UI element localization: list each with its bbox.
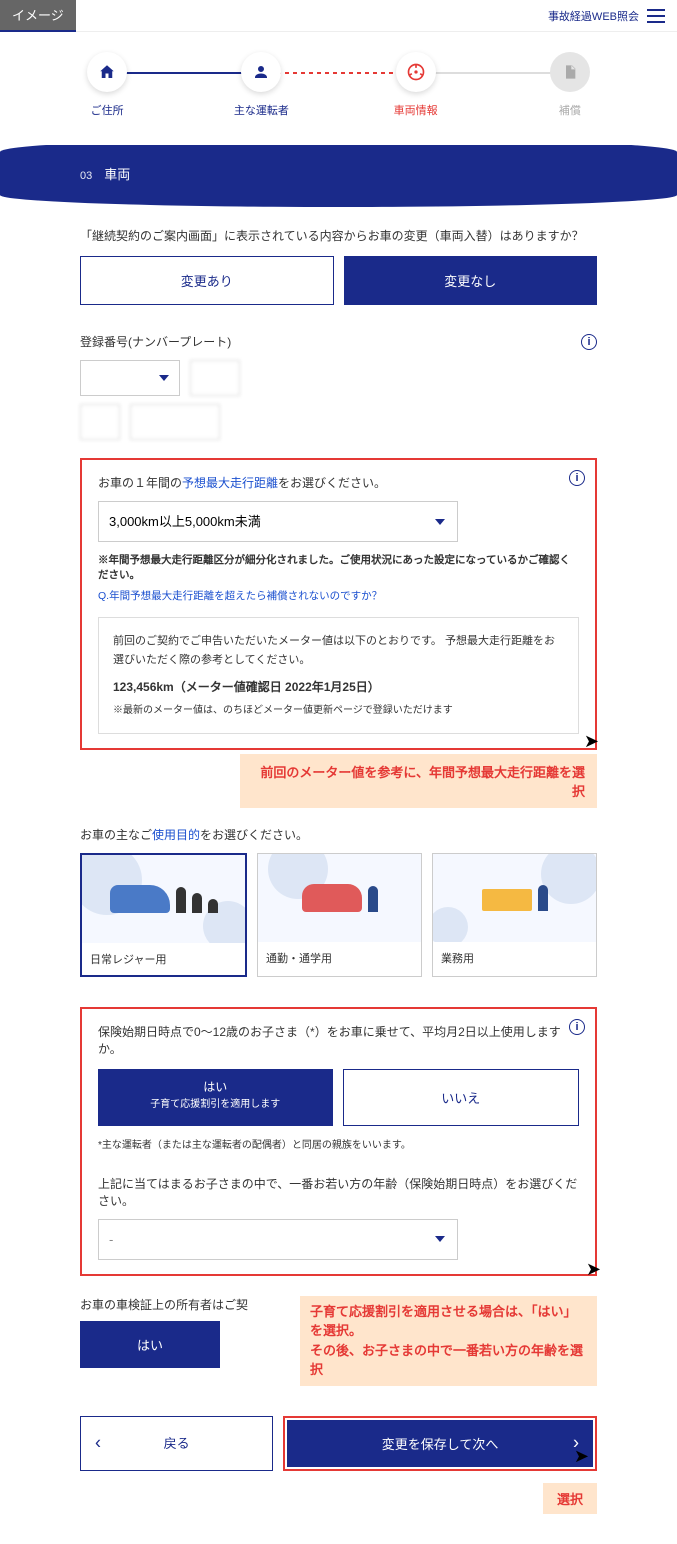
back-button[interactable]: 戻る xyxy=(80,1416,273,1471)
change-no-button[interactable]: 変更なし xyxy=(344,256,598,305)
change-yes-button[interactable]: 変更あり xyxy=(80,256,334,305)
purpose-commute-card[interactable]: 通勤・通学用 xyxy=(257,853,422,977)
child-age-question: 上記に当てはまるお子さまの中で、一番お若い方の年齢（保険始期日時点）をお選びくだ… xyxy=(98,1175,579,1209)
cursor-icon: ➤ xyxy=(584,731,599,752)
plate-class-input[interactable] xyxy=(190,360,240,396)
child-discount-section: i 保険始期日時点で0～12歳のお子さま（*）をお車に乗せて、平均月2日以上使用… xyxy=(80,1007,597,1276)
mileage-note: ※年間予想最大走行距離区分が細分化されました。ご使用状況にあった設定になっている… xyxy=(98,552,579,582)
progress-stepper: ご住所 主な運転者 車両情報 補償 xyxy=(0,32,677,128)
meter-value: 123,456km（メーター値確認日 2022年1月25日） xyxy=(113,677,564,697)
child-age-select[interactable]: - xyxy=(98,1219,458,1260)
plate-label: 登録番号(ナンバープレート) xyxy=(80,333,231,350)
cursor-icon: ➤ xyxy=(574,1446,589,1467)
next-button-highlight: 変更を保存して次へ ➤ xyxy=(283,1416,597,1471)
step-vehicle[interactable]: 車両情報 xyxy=(339,52,493,118)
mileage-faq-link[interactable]: Q.年間予想最大走行距離を超えたら補償されないのですか？ xyxy=(98,588,579,603)
plate-region-select[interactable] xyxy=(80,360,180,396)
purpose-term-link[interactable]: 使用目的 xyxy=(152,828,200,842)
child-info-icon[interactable]: i xyxy=(569,1019,585,1035)
child-callout: 子育て応援割引を適用させる場合は、「はい」を選択。 その後、お子さまの中で一番若… xyxy=(300,1296,597,1386)
mileage-question: お車の１年間の予想最大走行距離をお選びください。 xyxy=(98,474,579,491)
save-next-button[interactable]: 変更を保存して次へ xyxy=(287,1420,593,1467)
plate-info-icon[interactable]: i xyxy=(581,334,597,350)
meter-info-box: 前回のご契約でご申告いただいたメーター値は以下のとおりです。 予想最大走行距離を… xyxy=(98,617,579,734)
select-badge: 選択 xyxy=(543,1483,597,1514)
image-badge: イメージ xyxy=(0,0,76,32)
owner-yes-button[interactable]: はい xyxy=(80,1321,220,1368)
menu-icon[interactable] xyxy=(647,9,665,23)
owner-section: お車の車検証上の所有者はご契 はい 子育て応援割引を適用させる場合は、「はい」を… xyxy=(80,1296,597,1368)
step-coverage[interactable]: 補償 xyxy=(493,52,647,118)
accident-web-link[interactable]: 事故経過WEB照会 xyxy=(548,8,639,24)
purpose-question: お車の主なご使用目的をお選びください。 xyxy=(80,826,597,843)
cursor-icon: ➤ xyxy=(586,1259,601,1280)
section-header: 03車両 xyxy=(0,152,677,195)
plate-kana-input[interactable] xyxy=(80,404,120,440)
child-note: *主な運転者（または主な運転者の配偶者）と同居の親族をいいます。 xyxy=(98,1136,579,1151)
mileage-section: i お車の１年間の予想最大走行距離をお選びください。 3,000km以上5,00… xyxy=(80,458,597,750)
child-question: 保険始期日時点で0～12歳のお子さま（*）をお車に乗せて、平均月2日以上使用しま… xyxy=(98,1023,579,1057)
vehicle-change-question: 「継続契約のご案内画面」に表示されている内容からお車の変更（車両入替）はあります… xyxy=(80,227,597,244)
mileage-info-icon[interactable]: i xyxy=(569,470,585,486)
step-driver[interactable]: 主な運転者 xyxy=(184,52,338,118)
mileage-select[interactable]: 3,000km以上5,000km未満 xyxy=(98,501,458,542)
step-address[interactable]: ご住所 xyxy=(30,52,184,118)
top-bar: イメージ 事故経過WEB照会 xyxy=(0,0,677,32)
purpose-leisure-card[interactable]: 日常レジャー用 xyxy=(80,853,247,977)
mileage-term-link[interactable]: 予想最大走行距離 xyxy=(182,476,278,490)
plate-number-input[interactable] xyxy=(130,404,220,440)
mileage-callout: 前回のメーター値を参考に、年間予想最大走行距離を選択 xyxy=(240,754,597,808)
purpose-business-card[interactable]: 業務用 xyxy=(432,853,597,977)
child-yes-button[interactable]: はい 子育て応援割引を適用します xyxy=(98,1069,333,1126)
child-no-button[interactable]: いいえ xyxy=(343,1069,580,1126)
